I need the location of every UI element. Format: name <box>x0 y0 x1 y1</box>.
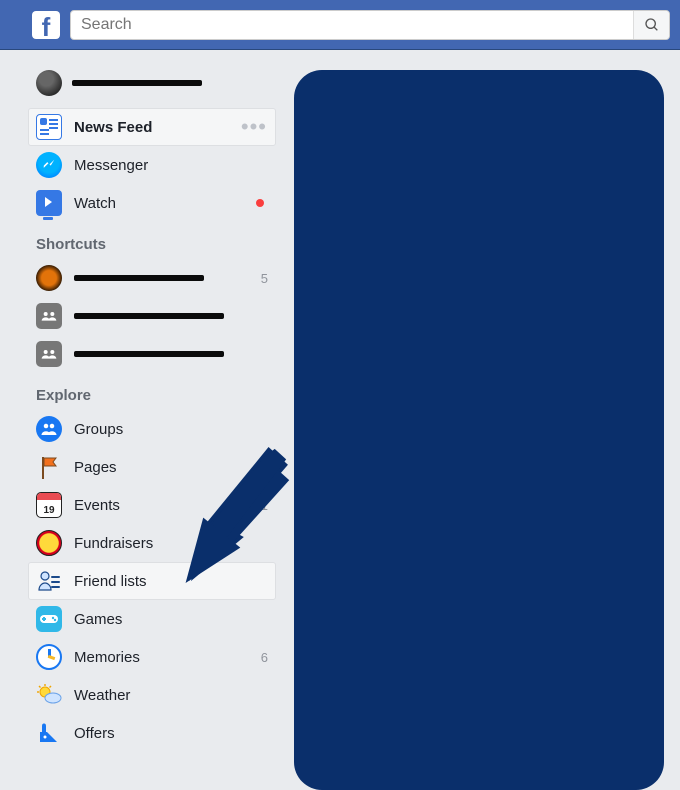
nav-news-feed[interactable]: News Feed ••• <box>28 108 276 146</box>
nav-label: Watch <box>74 195 268 212</box>
left-sidebar: News Feed ••• Messenger Watch Shortcuts … <box>28 64 276 790</box>
messenger-icon <box>36 152 62 178</box>
games-controller-icon <box>36 606 62 632</box>
explore-pages[interactable]: Pages 14 <box>28 448 276 486</box>
nav-label: Offers <box>74 725 238 742</box>
nav-label: Messenger <box>74 157 268 174</box>
news-feed-icon <box>36 114 62 140</box>
more-dots-icon[interactable]: ••• <box>241 123 267 131</box>
nav-watch[interactable]: Watch <box>28 184 276 222</box>
avatar <box>36 70 62 96</box>
shortcut-item[interactable]: 5 <box>28 259 276 297</box>
nav-label: Friend lists <box>74 573 238 590</box>
friend-lists-icon <box>36 568 62 594</box>
watch-icon <box>36 190 62 216</box>
notification-dot-icon <box>256 199 264 207</box>
nav-label: Memories <box>74 649 238 666</box>
profile-link[interactable] <box>28 64 276 102</box>
section-shortcuts: Shortcuts <box>28 222 276 259</box>
shortcut-label-redacted <box>74 351 238 357</box>
explore-friend-lists[interactable]: Friend lists <box>28 562 276 600</box>
search-icon <box>644 17 660 33</box>
explore-fundraisers[interactable]: Fundraisers <box>28 524 276 562</box>
weather-sun-cloud-icon <box>36 682 62 708</box>
shortcut-count: 5 <box>250 271 268 286</box>
offers-tag-icon <box>36 720 62 746</box>
group-icon <box>36 341 62 367</box>
nav-label: Events <box>74 497 238 514</box>
facebook-logo-icon[interactable]: f <box>32 11 60 39</box>
pages-flag-icon <box>36 454 62 480</box>
events-calendar-icon: 19 <box>36 492 62 518</box>
top-bar: f <box>0 0 680 50</box>
nav-count: 6 <box>250 650 268 665</box>
explore-offers[interactable]: Offers <box>28 714 276 752</box>
nav-count: 14 <box>250 460 268 475</box>
nav-count: 1 <box>250 498 268 513</box>
shortcut-item[interactable] <box>28 335 276 373</box>
explore-games[interactable]: Games <box>28 600 276 638</box>
nav-label: Weather <box>74 687 238 704</box>
search-button[interactable] <box>633 11 669 39</box>
group-icon <box>36 303 62 329</box>
search-input[interactable] <box>77 16 633 34</box>
shortcut-item[interactable] <box>28 297 276 335</box>
explore-weather[interactable]: Weather <box>28 676 276 714</box>
explore-groups[interactable]: Groups <box>28 410 276 448</box>
nav-label: Pages <box>74 459 238 476</box>
fundraisers-coin-icon <box>36 530 62 556</box>
nav-label: Games <box>74 611 238 628</box>
search-box[interactable] <box>70 10 670 40</box>
nav-label: Fundraisers <box>74 535 238 552</box>
section-explore: Explore <box>28 373 276 410</box>
explore-events[interactable]: 19 Events 1 <box>28 486 276 524</box>
main-content-panel <box>294 70 664 790</box>
shortcut-label-redacted <box>74 275 238 281</box>
group-avatar-icon <box>36 265 62 291</box>
profile-name-redacted <box>72 80 202 86</box>
nav-label: News Feed <box>74 119 268 136</box>
groups-icon <box>36 416 62 442</box>
explore-memories[interactable]: Memories 6 <box>28 638 276 676</box>
memories-clock-icon <box>36 644 62 670</box>
nav-messenger[interactable]: Messenger <box>28 146 276 184</box>
nav-label: Groups <box>74 421 238 438</box>
shortcut-label-redacted <box>74 313 238 319</box>
